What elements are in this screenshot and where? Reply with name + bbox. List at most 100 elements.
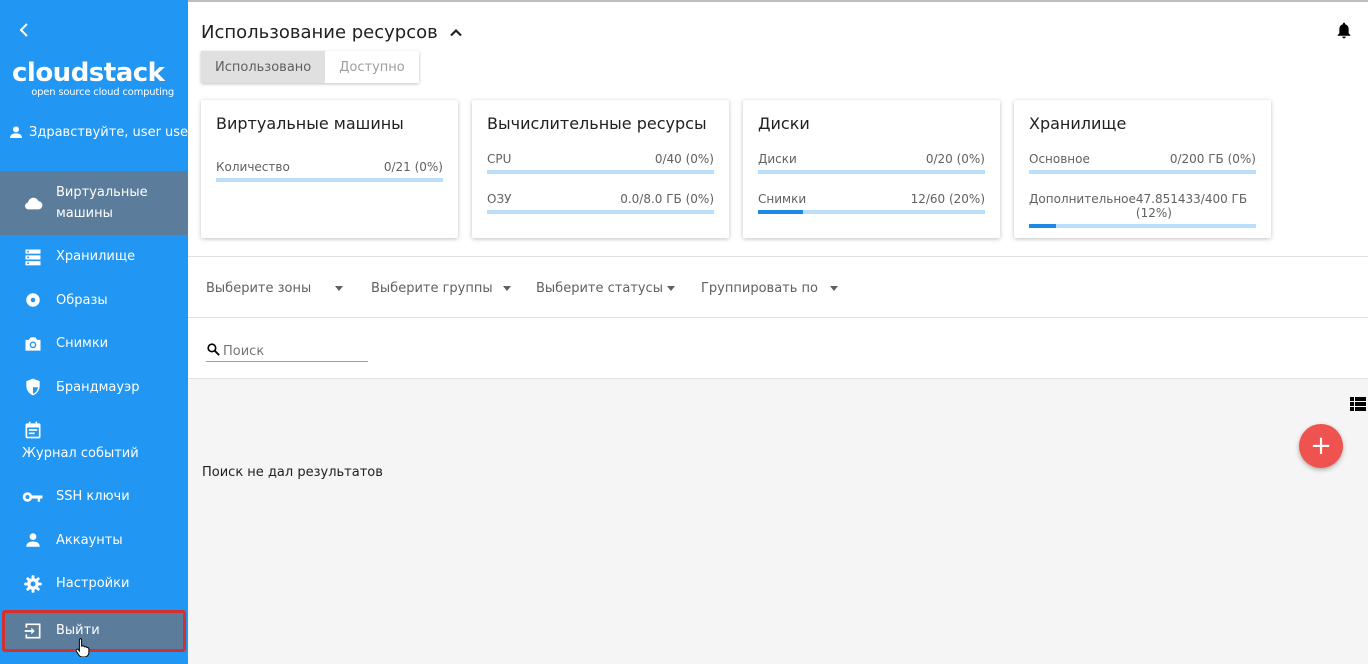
filter-label: Выберите статусы (536, 281, 663, 296)
caret-down-icon (502, 286, 511, 291)
sidebar-item-accounts[interactable]: Аккаунты (0, 519, 188, 563)
sidebar-item-snapshots[interactable]: Снимки (0, 322, 188, 366)
usage-label: Диски (758, 152, 797, 166)
sidebar-item-settings[interactable]: Настройки (0, 562, 188, 606)
search-field[interactable] (206, 338, 368, 362)
sidebar-item-label: Настройки (56, 576, 130, 592)
usage-label: CPU (487, 152, 512, 166)
usage-bar (216, 178, 443, 182)
sidebar-item-storage[interactable]: Хранилище (0, 235, 188, 279)
list-view-icon (1350, 397, 1366, 411)
usage-row: Количество 0/21 (0%) (216, 160, 443, 182)
caret-down-icon (666, 286, 675, 291)
filter-label: Группировать по (701, 281, 818, 296)
filter-label: Выберите группы (371, 281, 493, 296)
sidebar-item-label: Брандмауэр (56, 379, 140, 395)
add-vm-button[interactable]: + (1299, 424, 1343, 468)
card-title: Вычислительные ресурсы (487, 114, 707, 133)
usage-bar-fill (1029, 224, 1057, 228)
card-title: Хранилище (1029, 114, 1127, 133)
usage-row: Основное 0/200 ГБ (0%) (1029, 152, 1256, 174)
chevron-left-icon (19, 23, 28, 37)
usage-value: 0/200 ГБ (0%) (1169, 152, 1256, 166)
card-title: Виртуальные машины (216, 114, 404, 133)
usage-row: ОЗУ 0.0/8.0 ГБ (0%) (487, 192, 714, 214)
usage-label: Количество (216, 160, 290, 174)
groups-filter-dropdown[interactable]: Выберите группы (371, 281, 536, 296)
divider (188, 256, 1368, 257)
filter-bar: Выберите зоны Выберите группы Выберите с… (206, 281, 838, 296)
usage-row: Диски 0/20 (0%) (758, 152, 985, 174)
logo-tagline: open source cloud computing (31, 87, 174, 98)
chevron-up-icon[interactable] (449, 28, 462, 37)
logo-text: cloudstack (12, 58, 165, 88)
hand-cursor-icon (76, 638, 90, 657)
sidebar-item-label: Снимки (56, 336, 109, 352)
user-greeting[interactable]: Здравствуйте, user user (8, 124, 193, 140)
bell-icon (1337, 22, 1351, 39)
usage-bar (487, 210, 714, 214)
card-disks: Диски Диски 0/20 (0%) Снимки 12/60 (20%) (743, 100, 1000, 238)
top-divider (188, 0, 1368, 2)
sidebar-item-images[interactable]: Образы (0, 279, 188, 323)
divider (188, 317, 1368, 318)
sidebar-item-label: Аккаунты (56, 532, 123, 548)
card-storage: Хранилище Основное 0/200 ГБ (0%) Дополнит… (1014, 100, 1271, 238)
caret-down-icon (829, 286, 838, 291)
sidebar-item-ssh-keys[interactable]: SSH ключи (0, 475, 188, 519)
sidebar-item-firewall[interactable]: Брандмауэр (0, 366, 188, 410)
usage-label: Основное (1029, 152, 1090, 166)
usage-bar (758, 170, 985, 174)
disc-icon (22, 289, 44, 311)
toggle-available-button[interactable]: Доступно (325, 51, 419, 83)
usage-row: Снимки 12/60 (20%) (758, 192, 985, 214)
sidebar: cloudstack open source cloud computing З… (0, 0, 193, 664)
person-icon (22, 529, 44, 551)
toggle-used-button[interactable]: Использовано (201, 51, 326, 83)
calendar-icon (22, 419, 44, 441)
group-by-dropdown[interactable]: Группировать по (701, 281, 838, 296)
sidebar-item-label: Образы (56, 292, 108, 308)
sidebar-item-label: Выйти (56, 623, 100, 638)
usage-bar (1029, 224, 1256, 228)
usage-value: 0/20 (0%) (925, 152, 985, 166)
camera-icon (22, 333, 44, 355)
list-view-button[interactable] (1350, 396, 1366, 415)
usage-bar (487, 170, 714, 174)
usage-bar (758, 210, 985, 214)
zones-filter-dropdown[interactable]: Выберите зоны (206, 281, 371, 296)
usage-row: Дополнительное 47.851433/400 ГБ (12%) (1029, 192, 1256, 228)
greeting-text: Здравствуйте, user user (29, 124, 194, 140)
collapse-sidebar-button[interactable] (14, 20, 34, 40)
usage-row: CPU 0/40 (0%) (487, 152, 714, 174)
key-icon (22, 486, 44, 508)
page-title: Использование ресурсов (201, 22, 438, 43)
empty-results-text: Поиск не дал результатов (202, 465, 383, 480)
sidebar-item-virtual-machines[interactable]: Виртуальные машины (0, 171, 188, 235)
sidebar-nav: Виртуальные машины Хранилище Образы Сним… (0, 171, 188, 652)
statuses-filter-dropdown[interactable]: Выберите статусы (536, 281, 701, 296)
usage-value: 47.851433/400 ГБ (12%) (1135, 192, 1248, 220)
sidebar-item-logout[interactable]: Выйти (2, 609, 186, 652)
user-icon (10, 126, 22, 138)
usage-label: Дополнительное (1029, 192, 1136, 206)
search-input[interactable] (223, 340, 363, 359)
main-content: Использование ресурсов Использовано Дост… (188, 0, 1368, 664)
usage-toggle: Использовано Доступно (201, 51, 419, 83)
card-compute: Вычислительные ресурсы CPU 0/40 (0%) ОЗУ 0… (472, 100, 729, 238)
usage-label: ОЗУ (487, 192, 512, 206)
usage-bar (1029, 170, 1256, 174)
caret-down-icon (335, 286, 344, 291)
sidebar-item-events[interactable]: Журнал событий (0, 409, 188, 475)
sidebar-item-label: Журнал событий (22, 446, 139, 461)
usage-value: 0/40 (0%) (654, 152, 714, 166)
usage-value: 12/60 (20%) (910, 192, 985, 206)
sidebar-item-label: Виртуальные машины (56, 185, 148, 221)
resource-usage-header[interactable]: Использование ресурсов (201, 22, 462, 43)
usage-value: 0.0/8.0 ГБ (0%) (620, 192, 714, 206)
shield-icon (22, 376, 44, 398)
resource-cards: Виртуальные машины Количество 0/21 (0%) В… (201, 100, 1271, 238)
sidebar-item-label: Хранилище (56, 249, 136, 265)
notifications-button[interactable] (1336, 21, 1352, 43)
filter-label: Выберите зоны (206, 281, 312, 296)
